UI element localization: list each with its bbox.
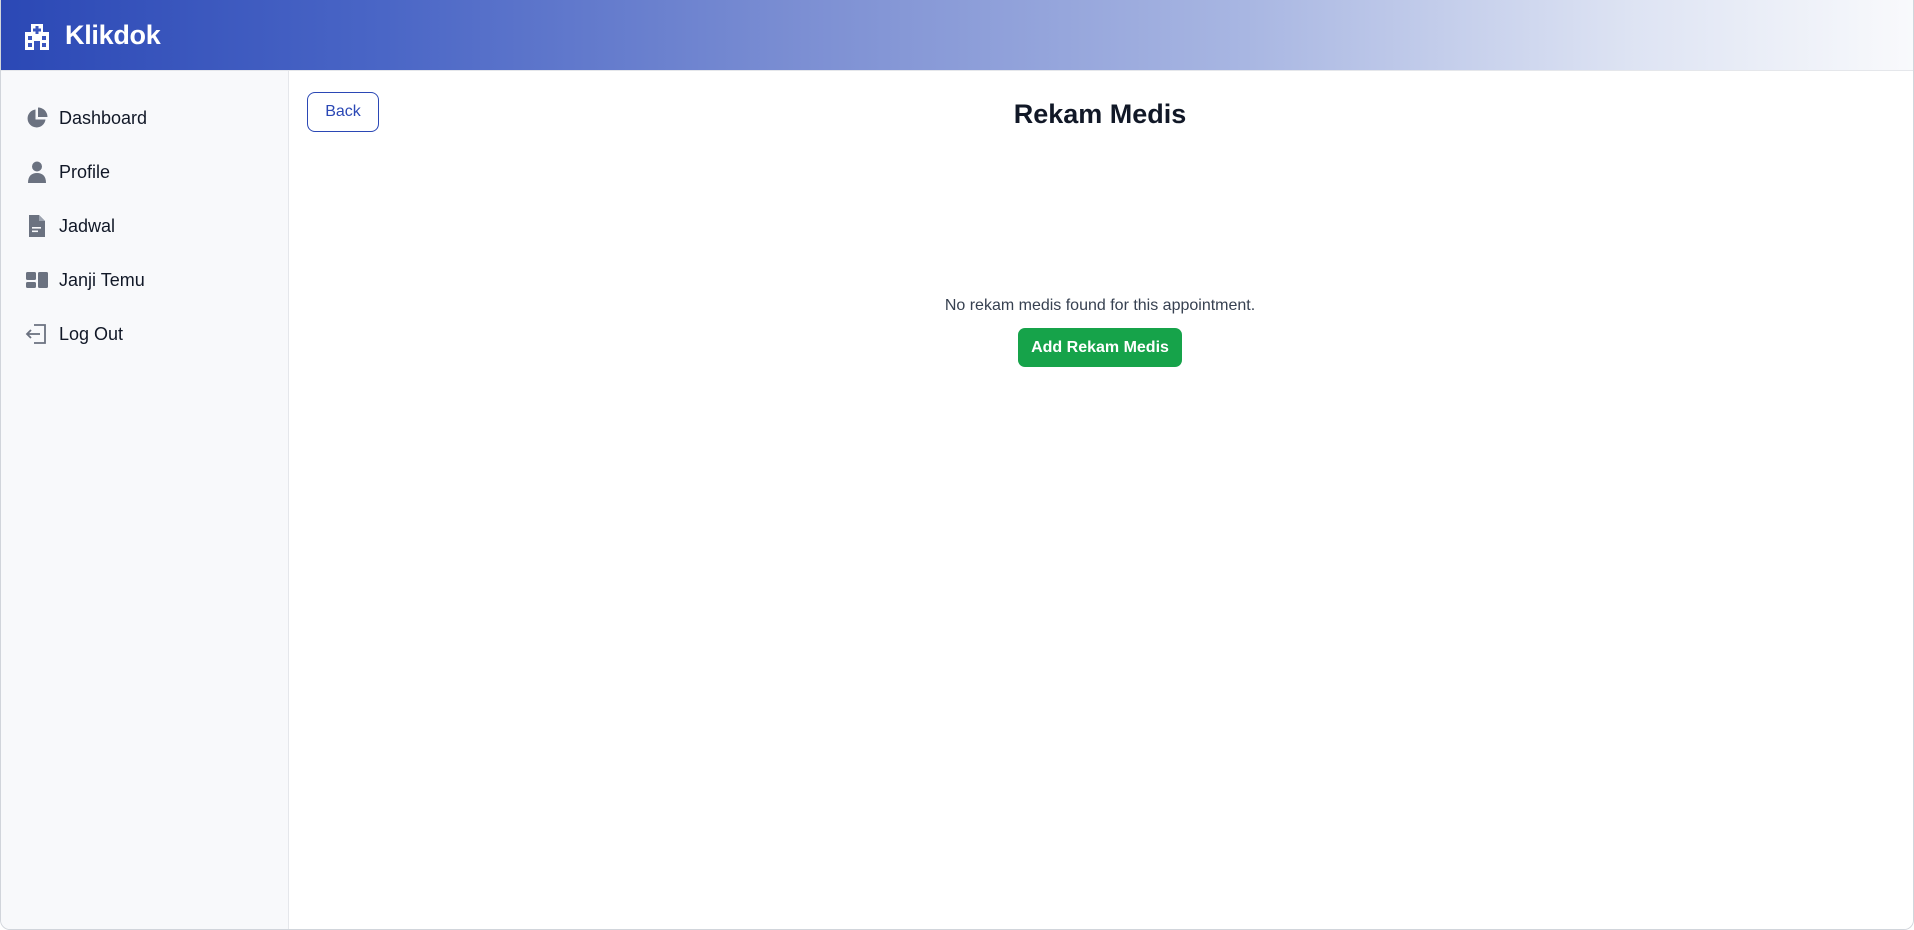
brand-name[interactable]: Klikdok xyxy=(65,20,161,51)
file-document-icon xyxy=(29,215,45,237)
top-navbar: Klikdok xyxy=(1,0,1913,71)
logout-icon xyxy=(25,324,46,344)
app-window: Klikdok Dashboard Profile Jadwal Janji T… xyxy=(0,0,1914,930)
sidebar-item-janji-temu[interactable]: Janji Temu xyxy=(1,258,288,302)
user-icon xyxy=(28,161,46,183)
sidebar-item-label: Janji Temu xyxy=(59,269,145,290)
sidebar-item-log-out[interactable]: Log Out xyxy=(1,312,288,356)
page-title: Rekam Medis xyxy=(1013,99,1187,129)
add-rekam-medis-button[interactable]: Add Rekam Medis xyxy=(1018,328,1182,367)
sidebar: Dashboard Profile Jadwal Janji Temu Log … xyxy=(1,71,289,929)
sidebar-item-label: Log Out xyxy=(59,323,124,344)
sidebar-item-dashboard[interactable]: Dashboard xyxy=(1,96,288,140)
grid-blocks-icon xyxy=(26,272,48,288)
sidebar-item-jadwal[interactable]: Jadwal xyxy=(1,204,288,248)
chart-pie-icon xyxy=(27,107,48,128)
sidebar-item-label: Dashboard xyxy=(59,107,148,128)
sidebar-item-profile[interactable]: Profile xyxy=(1,150,288,194)
sidebar-item-label: Jadwal xyxy=(59,215,116,236)
empty-state-message: No rekam medis found for this appointmen… xyxy=(944,297,1256,314)
hospital-icon xyxy=(25,24,49,50)
sidebar-item-label: Profile xyxy=(59,161,111,182)
main-content: Back Rekam Medis No rekam medis found fo… xyxy=(289,71,1913,929)
